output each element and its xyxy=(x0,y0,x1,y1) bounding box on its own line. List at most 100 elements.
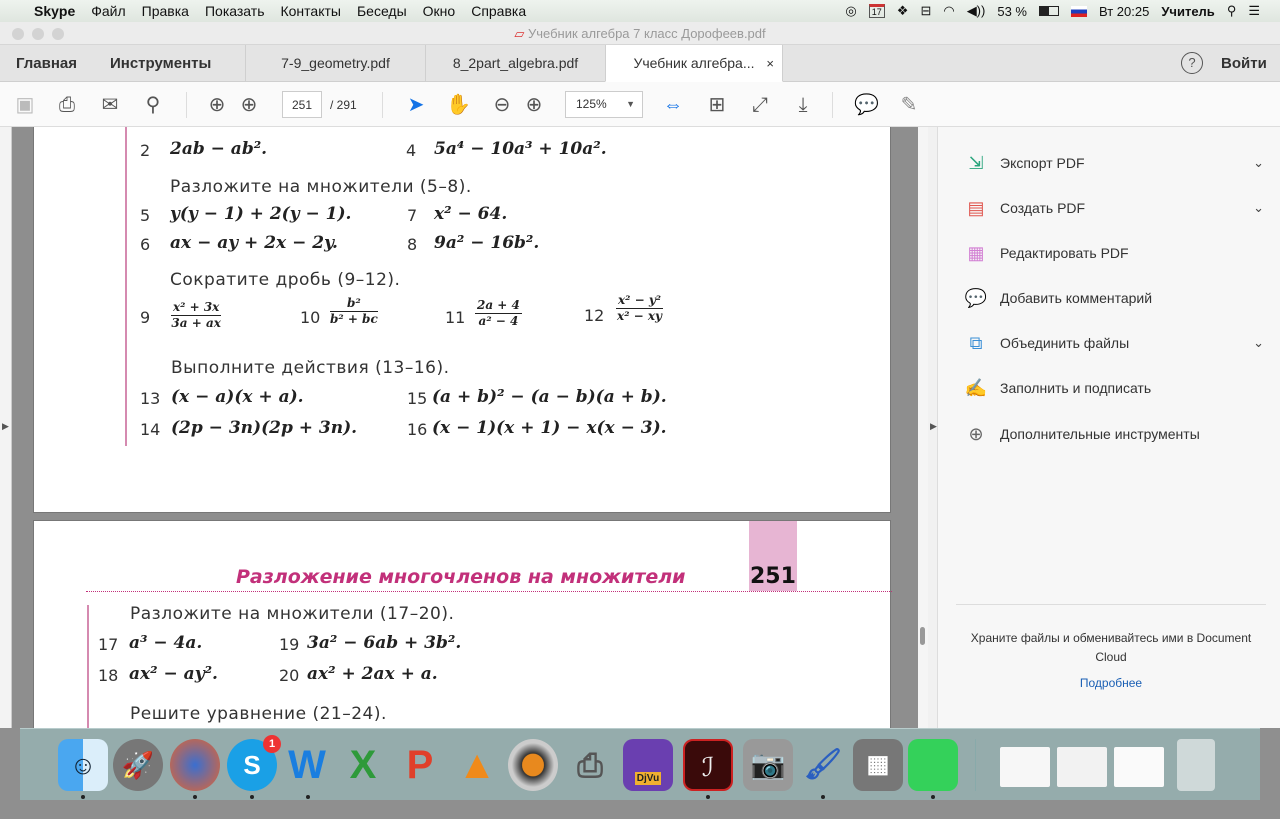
finder-icon[interactable]: ☺ xyxy=(58,739,108,791)
menu-app-skype[interactable]: Skype xyxy=(34,3,75,19)
menu-contacts[interactable]: Контакты xyxy=(280,3,340,19)
teamviewer-icon[interactable]: ⊟ xyxy=(920,3,931,19)
expand-left-icon[interactable]: ▶ xyxy=(2,421,9,432)
scrollbar-thumb[interactable] xyxy=(920,627,925,645)
word-icon[interactable]: W xyxy=(282,739,332,791)
clock[interactable]: Вт 20:25 xyxy=(1099,4,1149,19)
divider xyxy=(956,604,1266,605)
print-icon[interactable]: ⎙ xyxy=(55,93,79,117)
margin-rule xyxy=(87,605,89,728)
menu-edit[interactable]: Правка xyxy=(142,3,189,19)
battery-percent[interactable]: 53 % xyxy=(997,4,1027,19)
document-view[interactable]: 2 2ab − ab². 4 5a⁴ − 10a³ + 10a². Разлож… xyxy=(12,127,918,728)
acrobat-icon[interactable]: ℐ xyxy=(683,739,733,791)
battery-icon[interactable] xyxy=(1038,6,1059,16)
menu-view[interactable]: Показать xyxy=(205,3,265,19)
skype-icon[interactable]: S1 xyxy=(227,735,281,791)
collapse-pane-toggle[interactable]: ▶ xyxy=(928,127,938,728)
margin-rule xyxy=(125,127,127,446)
learn-more-link[interactable]: Подробнее xyxy=(956,676,1266,690)
zoom-out-icon[interactable]: ⊖ xyxy=(490,93,514,117)
tool-fill-sign[interactable]: ✍ Заполнить и подписать xyxy=(964,373,1264,403)
tab-doc-geometry[interactable]: 7-9_geometry.pdf xyxy=(245,45,425,82)
chevron-down-icon[interactable]: ⌄ xyxy=(1253,335,1264,351)
dropbox-icon[interactable]: ❖ xyxy=(897,3,909,19)
chevron-down-icon[interactable]: ⌄ xyxy=(1253,155,1264,171)
left-panel-toggle[interactable]: ▶ xyxy=(0,127,12,728)
close-window-button[interactable] xyxy=(12,28,24,40)
tab-doc-algebra7[interactable]: Учебник алгебра... × xyxy=(605,45,783,82)
firefox-icon[interactable] xyxy=(170,739,220,791)
collapse-right-icon[interactable]: ▶ xyxy=(930,421,937,432)
highlight-pen-icon[interactable]: ✎ xyxy=(897,93,921,117)
help-icon[interactable]: ? xyxy=(1181,52,1203,74)
menu-window[interactable]: Окно xyxy=(423,3,456,19)
zoom-select[interactable]: 125% ▼ xyxy=(565,91,643,118)
vertical-scrollbar[interactable] xyxy=(918,127,928,728)
check-status-icon[interactable]: ◎ xyxy=(845,3,856,19)
minimize-window-button[interactable] xyxy=(32,28,44,40)
russian-flag-icon[interactable] xyxy=(1070,5,1087,17)
exercise-number: 20 xyxy=(279,666,300,685)
calendar-icon[interactable]: 17 xyxy=(868,4,885,18)
zoom-in-icon[interactable]: ⊕ xyxy=(522,93,546,117)
menu-file[interactable]: Файл xyxy=(91,3,125,19)
printer-icon[interactable]: ⎙ xyxy=(565,739,615,791)
calculator-icon[interactable]: ▦ xyxy=(853,739,903,791)
zoom-window-button[interactable] xyxy=(52,28,64,40)
image-capture-icon[interactable]: 📷 xyxy=(743,739,793,791)
audio-speaker-icon[interactable] xyxy=(508,739,558,791)
fit-width-icon[interactable]: ⇔ xyxy=(661,93,685,117)
tool-edit-pdf[interactable]: ▦ Редактировать PDF xyxy=(964,238,1264,268)
exercise-number: 5 xyxy=(140,206,151,225)
tool-more-tools[interactable]: ⊕ Дополнительные инструменты xyxy=(964,419,1264,449)
next-page-icon[interactable]: ⊕ xyxy=(237,93,261,117)
tool-combine-files[interactable]: ⧉ Объединить файлы ⌄ xyxy=(964,328,1264,358)
tool-export-pdf[interactable]: ⇲ Экспорт PDF ⌄ xyxy=(964,148,1264,178)
volume-icon[interactable]: ◀)) xyxy=(967,3,986,19)
spotlight-icon[interactable]: ⚲ xyxy=(1227,3,1237,19)
fit-page-icon[interactable]: ⊞ xyxy=(705,93,729,117)
select-cursor-icon[interactable]: ➤ xyxy=(404,93,428,117)
sign-in-button[interactable]: Войти xyxy=(1221,45,1267,82)
notification-center-icon[interactable]: ☰ xyxy=(1248,3,1260,19)
fill-sign-pen-icon: ✍ xyxy=(964,378,988,398)
tab-doc-algebra8[interactable]: 8_2part_algebra.pdf xyxy=(425,45,605,82)
user-name[interactable]: Учитель xyxy=(1161,4,1214,19)
zoom-value: 125% xyxy=(576,97,607,111)
minimized-window-thumbnail[interactable] xyxy=(1114,747,1164,787)
tab-tools[interactable]: Инструменты xyxy=(110,45,211,82)
minimized-window-thumbnail[interactable] xyxy=(1057,747,1107,787)
paintbrush-icon[interactable]: 🖌 xyxy=(798,739,848,791)
comment-icon[interactable]: 💬 xyxy=(854,93,879,117)
minimized-window-thumbnail[interactable] xyxy=(1000,747,1050,787)
djvu-reader-icon[interactable]: DjVu xyxy=(623,739,673,791)
wifi-icon[interactable]: ◠ xyxy=(943,3,954,19)
tool-create-pdf[interactable]: ▤ Создать PDF ⌄ xyxy=(964,193,1264,223)
search-icon[interactable]: ⚲ xyxy=(141,93,165,117)
archive-utility-icon[interactable] xyxy=(908,739,958,791)
hand-tool-icon[interactable]: ✋ xyxy=(446,93,471,117)
tool-add-comment[interactable]: 💬 Добавить комментарий xyxy=(964,283,1264,313)
email-icon[interactable]: ✉ xyxy=(98,93,122,117)
scroll-mode-icon[interactable]: ⤓ xyxy=(791,93,815,117)
close-tab-icon[interactable]: × xyxy=(766,45,774,82)
full-screen-icon[interactable]: ⤢ xyxy=(748,93,772,117)
pdf-page-250: 2 2ab − ab². 4 5a⁴ − 10a³ + 10a². Разлож… xyxy=(33,127,891,513)
launchpad-icon[interactable]: 🚀 xyxy=(113,739,163,791)
exercise-expression: ax − ay + 2x − 2y. xyxy=(170,233,338,253)
tab-home[interactable]: Главная xyxy=(16,45,77,82)
trash-icon[interactable] xyxy=(1177,739,1215,791)
section-heading: Выполните действия (13–16). xyxy=(171,358,450,378)
page-number-input[interactable] xyxy=(282,91,322,118)
tab-label: Учебник алгебра... xyxy=(633,55,755,71)
vlc-icon[interactable]: ▲ xyxy=(452,739,502,791)
previous-page-icon[interactable]: ⊕ xyxy=(205,93,229,117)
powerpoint-icon[interactable]: P xyxy=(395,739,445,791)
excel-icon[interactable]: X xyxy=(338,739,388,791)
save-icon[interactable]: ▣ xyxy=(13,93,37,117)
menu-help[interactable]: Справка xyxy=(471,3,526,19)
menu-conversations[interactable]: Беседы xyxy=(357,3,407,19)
chevron-down-icon[interactable]: ⌄ xyxy=(1253,200,1264,216)
window-title: Учебник алгебра 7 класс Дорофеев.pdf xyxy=(527,26,766,41)
